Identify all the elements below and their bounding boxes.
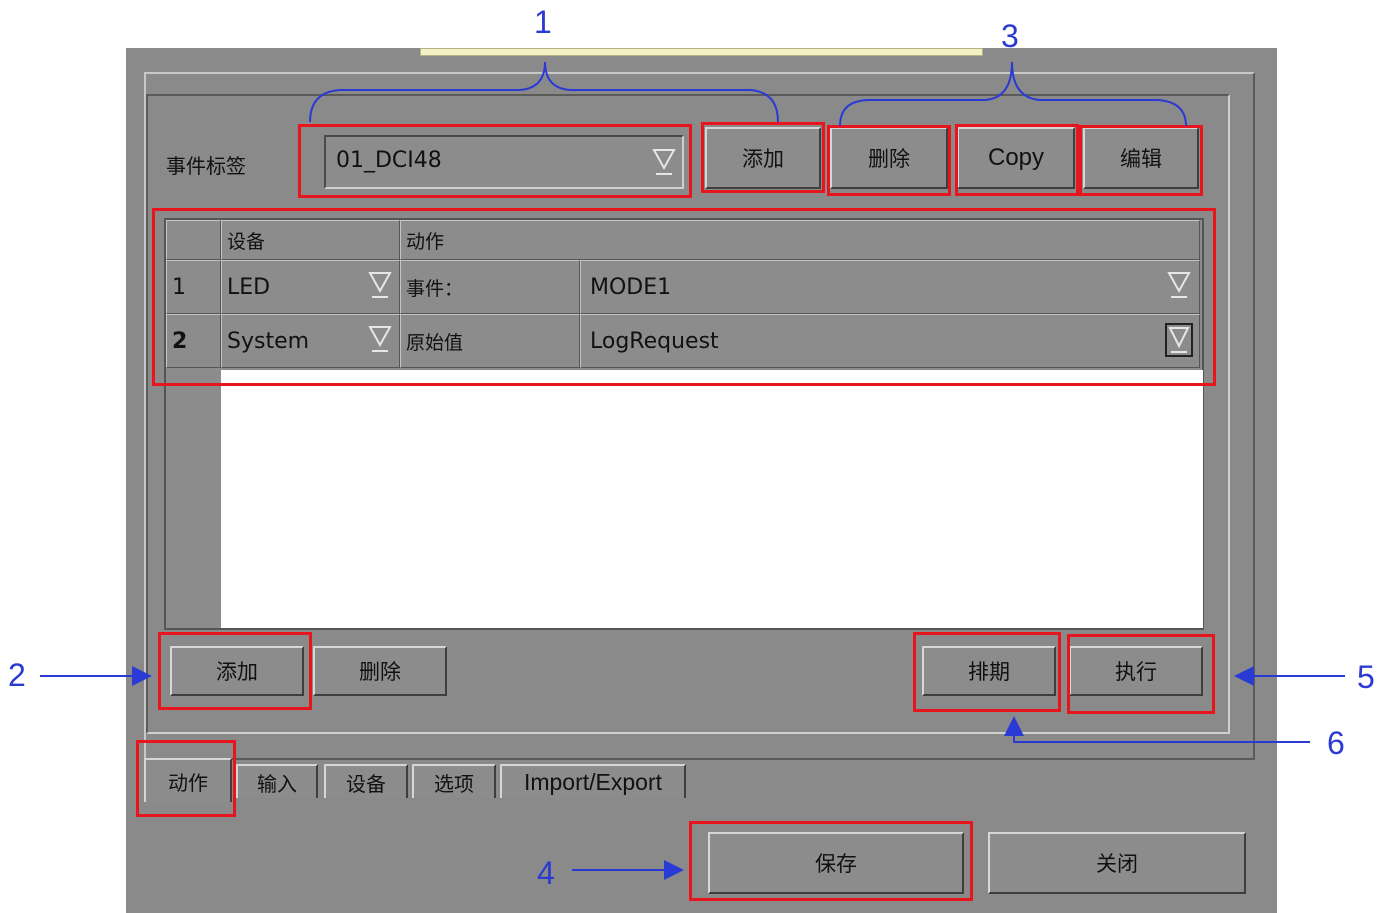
arrow-6 xyxy=(1004,716,1310,743)
callout-2: 2 xyxy=(8,657,26,693)
callout-4: 4 xyxy=(537,855,555,891)
callout-1: 1 xyxy=(534,4,552,40)
brace-1 xyxy=(309,61,779,123)
callout-overlay xyxy=(40,61,1345,880)
callout-6: 6 xyxy=(1327,725,1345,761)
brace-3 xyxy=(839,61,1187,127)
callout-5: 5 xyxy=(1357,659,1375,695)
callout-3: 3 xyxy=(1001,18,1019,54)
